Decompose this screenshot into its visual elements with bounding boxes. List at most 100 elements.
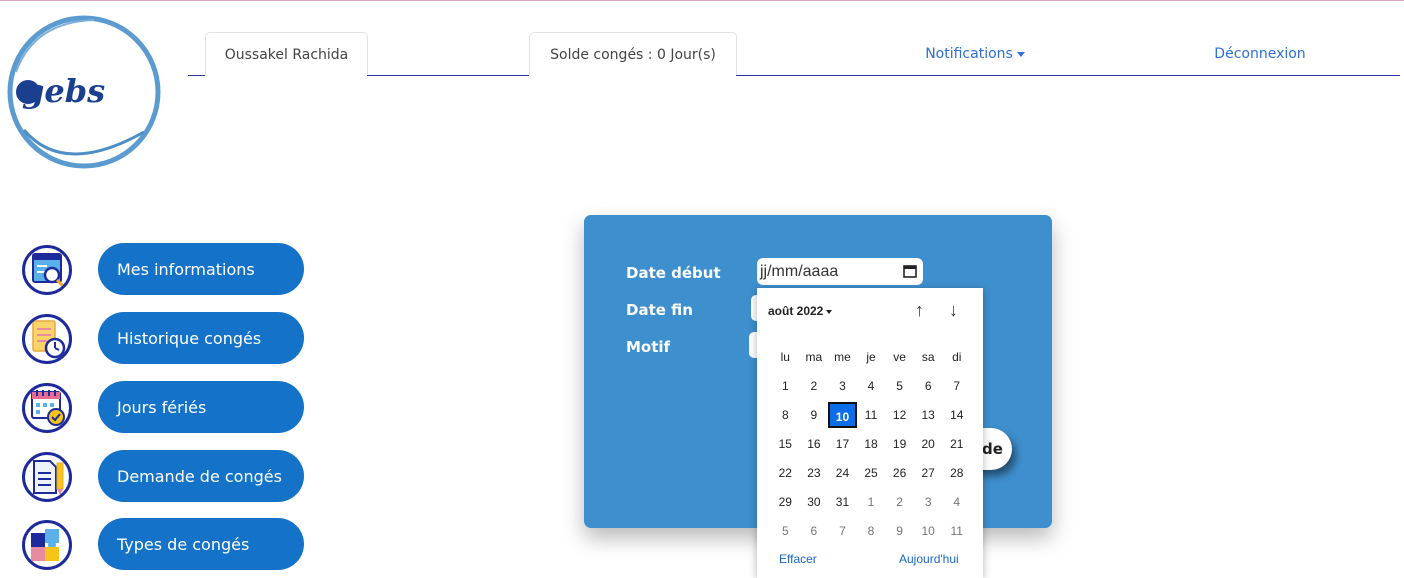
- calendar-grid: lu ma me je ve sa di 1 2 3 4 5 6 7 8 9 10 11 12 13 14 15 16 17 1…: [771, 342, 971, 545]
- calendar-day[interactable]: 23: [800, 460, 829, 486]
- sidebar-item-mes-informations[interactable]: Mes informations: [22, 243, 304, 297]
- calendar-week-row: 1234567: [771, 371, 971, 400]
- logo-text: gebs: [22, 72, 105, 110]
- notifications-label: Notifications: [925, 46, 1013, 62]
- logout-link[interactable]: Déconnexion: [1170, 32, 1350, 76]
- calendar-day[interactable]: 28: [942, 460, 971, 486]
- mes-informations-button[interactable]: Mes informations: [98, 243, 304, 295]
- calendar-day[interactable]: 8: [857, 518, 886, 544]
- date-debut-input[interactable]: jj/mm/aaaa: [757, 258, 923, 285]
- calendar-week-row: 29 30 31 1 2 3 4: [771, 487, 971, 516]
- solde-label: Solde congés : 0 Jour(s): [550, 46, 716, 63]
- calendar-day[interactable]: 21: [942, 431, 971, 457]
- historique-conges-button[interactable]: Historique congés: [98, 312, 304, 364]
- sidebar-item-historique-conges[interactable]: Historique congés: [22, 312, 304, 366]
- month-label: août 2022: [768, 304, 824, 318]
- logout-label: Déconnexion: [1214, 46, 1306, 62]
- calendar-day[interactable]: 11: [942, 518, 971, 544]
- submit-label: de: [982, 440, 1003, 458]
- jours-feries-button[interactable]: Jours fériés: [98, 381, 304, 433]
- calendar-day[interactable]: 5: [885, 373, 914, 399]
- calendar-day[interactable]: 4: [857, 373, 886, 399]
- calendar-day[interactable]: 7: [942, 373, 971, 399]
- demande-conges-button[interactable]: Demande de congés: [98, 450, 304, 502]
- calendar-day[interactable]: 6: [800, 518, 829, 544]
- calendar-day[interactable]: 26: [885, 460, 914, 486]
- calendar-day[interactable]: 16: [800, 431, 829, 457]
- calendar-day[interactable]: 9: [885, 518, 914, 544]
- calendar-day[interactable]: 11: [857, 402, 886, 428]
- types-conges-button[interactable]: Types de congés: [98, 518, 304, 570]
- sidebar-item-demande-conges[interactable]: Demande de congés: [22, 450, 304, 504]
- calendar-day[interactable]: 19: [885, 431, 914, 457]
- calendar-day[interactable]: 5: [771, 518, 800, 544]
- calendar-day[interactable]: 25: [857, 460, 886, 486]
- calendar-day[interactable]: 17: [828, 431, 857, 457]
- calendar-day[interactable]: 18: [857, 431, 886, 457]
- notifications-dropdown[interactable]: Notifications: [880, 32, 1070, 76]
- nav-underline: [367, 75, 530, 76]
- arrow-down-icon[interactable]: ↓: [949, 300, 958, 321]
- sidebar-item-label: Historique congés: [117, 328, 262, 348]
- calendar-day[interactable]: 30: [800, 489, 829, 515]
- puzzle-icon: [22, 520, 72, 570]
- calendar-day[interactable]: 6: [914, 373, 943, 399]
- weekday-label: lu: [780, 349, 790, 364]
- calendar-day[interactable]: 15: [771, 431, 800, 457]
- document-pencil-icon: [22, 452, 72, 502]
- weekday-label: di: [952, 349, 962, 364]
- weekday-label: ve: [893, 349, 906, 364]
- clear-button[interactable]: Effacer: [779, 552, 817, 566]
- calendar-day[interactable]: 31: [828, 489, 857, 515]
- calendar-day[interactable]: 3: [914, 489, 943, 515]
- sidebar-item-jours-feries[interactable]: Jours fériés: [22, 381, 304, 435]
- top-border: [0, 0, 1404, 1]
- calendar-week-row: 22 23 24 25 26 27 28: [771, 458, 971, 487]
- caret-down-icon: [826, 309, 833, 314]
- calendar-week-row: 15 16 17 18 19 20 21: [771, 429, 971, 458]
- arrow-up-icon[interactable]: ↑: [915, 300, 924, 321]
- weekday-label: ma: [805, 349, 823, 364]
- calendar-day[interactable]: 1: [857, 489, 886, 515]
- tab-solde[interactable]: Solde congés : 0 Jour(s): [529, 32, 737, 76]
- calendar-day[interactable]: 13: [914, 402, 943, 428]
- calendar-day[interactable]: 14: [942, 402, 971, 428]
- month-selector[interactable]: août 2022: [768, 304, 833, 318]
- calendar-day[interactable]: 7: [828, 518, 857, 544]
- date-picker-popup: août 2022 ↑ ↓ lu ma me je ve sa di 1 2 3 4 5 6 7 8 9 10 1…: [757, 288, 983, 578]
- sidebar-item-label: Types de congés: [117, 534, 250, 554]
- calendar-day[interactable]: 20: [914, 431, 943, 457]
- weekday-label: je: [866, 349, 876, 364]
- weekday-header-row: lu ma me je ve sa di: [771, 342, 971, 371]
- sidebar-item-label: Jours fériés: [117, 397, 207, 417]
- calendar-day[interactable]: 1: [771, 373, 800, 399]
- weekday-label: sa: [921, 349, 935, 364]
- calendar-day[interactable]: 12: [885, 402, 914, 428]
- calendar-day[interactable]: 2: [885, 489, 914, 515]
- calendar-day[interactable]: 22: [771, 460, 800, 486]
- tab-user-name[interactable]: Oussakel Rachida: [205, 32, 368, 76]
- nav-underline: [188, 75, 206, 76]
- calendar-day[interactable]: 9: [800, 402, 829, 428]
- calendar-day[interactable]: 10: [914, 518, 943, 544]
- date-debut-placeholder: jj/mm/aaaa: [760, 262, 839, 280]
- calendar-day[interactable]: 3: [828, 373, 857, 399]
- today-button[interactable]: Aujourd'hui: [899, 552, 959, 566]
- date-debut-label: Date début: [626, 264, 721, 282]
- calendar-week-row: 8 9 10 11 12 13 14: [771, 400, 971, 429]
- user-name-label: Oussakel Rachida: [224, 46, 349, 63]
- motif-label: Motif: [626, 338, 671, 356]
- date-fin-label: Date fin: [626, 301, 693, 319]
- calendar-icon[interactable]: [903, 264, 917, 283]
- calendar-day[interactable]: 8: [771, 402, 800, 428]
- info-search-icon: [22, 245, 72, 295]
- calendar-check-icon: [22, 383, 72, 433]
- sidebar-item-types-conges[interactable]: Types de congés: [22, 518, 304, 572]
- calendar-day[interactable]: 24: [828, 460, 857, 486]
- selected-day[interactable]: 10: [828, 401, 857, 428]
- calendar-day[interactable]: 27: [914, 460, 943, 486]
- calendar-day[interactable]: 4: [942, 489, 971, 515]
- calendar-day[interactable]: 2: [800, 373, 829, 399]
- calendar-day[interactable]: 29: [771, 489, 800, 515]
- calendar-week-row: 5 6 7 8 9 10 11: [771, 516, 971, 545]
